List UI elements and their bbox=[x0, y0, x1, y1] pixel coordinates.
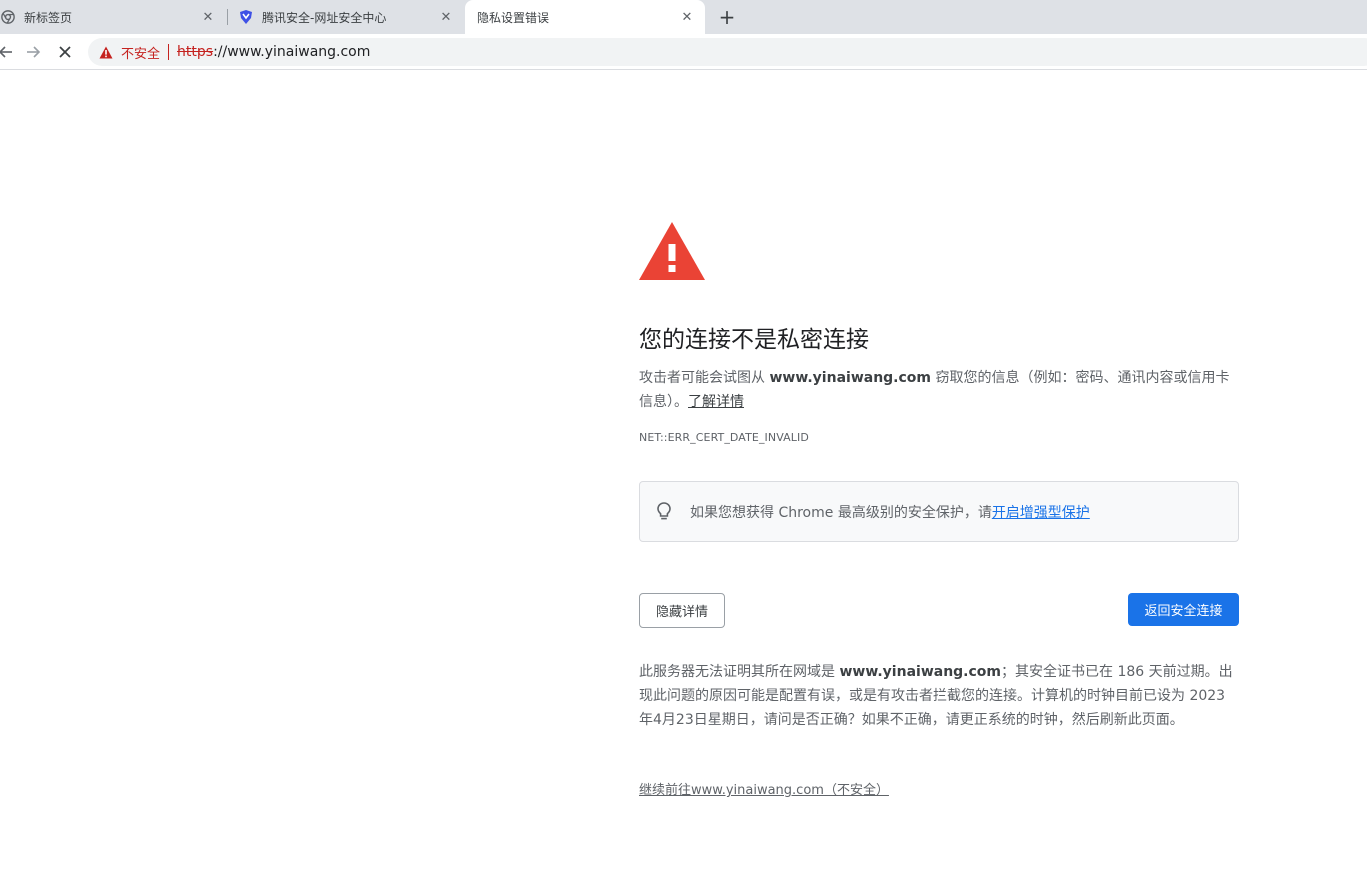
close-icon[interactable]: ✕ bbox=[438, 9, 454, 25]
tencent-shield-icon bbox=[238, 9, 254, 25]
tab-new-tab[interactable]: 新标签页 ✕ bbox=[0, 0, 226, 34]
toolbar: 不安全 https ://www.yinaiwang.com bbox=[0, 34, 1367, 70]
explanation-text: 攻击者可能会试图从 www.yinaiwang.com 窃取您的信息（例如：密码… bbox=[639, 366, 1239, 414]
forward-arrow-icon bbox=[27, 46, 41, 58]
enable-enhanced-protection-link[interactable]: 开启增强型保护 bbox=[992, 502, 1090, 522]
tab-strip: 新标签页 ✕ 腾讯安全-网址安全中心 ✕ 隐私设置错误 ✕ + bbox=[0, 0, 1367, 34]
explanation-host: www.yinaiwang.com bbox=[769, 370, 932, 386]
close-icon[interactable]: ✕ bbox=[679, 9, 695, 25]
forward-button[interactable] bbox=[21, 40, 45, 64]
back-arrow-icon bbox=[0, 46, 12, 58]
chrome-icon bbox=[0, 9, 16, 25]
tab-tencent-security[interactable]: 腾讯安全-网址安全中心 ✕ bbox=[228, 0, 464, 34]
tab-title: 隐私设置错误 bbox=[477, 10, 550, 25]
tab-privacy-error[interactable]: 隐私设置错误 ✕ bbox=[465, 0, 705, 34]
page-title: 您的连接不是私密连接 bbox=[639, 327, 869, 353]
back-button[interactable] bbox=[0, 40, 18, 64]
warning-triangle-icon bbox=[639, 222, 705, 280]
address-bar[interactable]: 不安全 https ://www.yinaiwang.com bbox=[88, 38, 1367, 66]
close-icon bbox=[59, 46, 71, 58]
learn-more-link[interactable]: 了解详情 bbox=[688, 394, 744, 410]
details-host: www.yinaiwang.com bbox=[839, 664, 1002, 680]
tab-title: 新标签页 bbox=[24, 10, 73, 25]
enhanced-protection-text: 如果您想获得 Chrome 最高级别的安全保护，请 bbox=[690, 504, 992, 521]
details-text: 此服务器无法证明其所在网域是 www.yinaiwang.com；其安全证书已在… bbox=[639, 660, 1239, 732]
explanation-pre: 攻击者可能会试图从 bbox=[639, 370, 770, 386]
hide-details-button[interactable]: 隐藏详情 bbox=[639, 593, 725, 628]
close-icon[interactable]: ✕ bbox=[200, 9, 216, 25]
url-text: ://www.yinaiwang.com bbox=[213, 44, 371, 60]
new-tab-button[interactable]: + bbox=[716, 6, 738, 28]
warning-icon[interactable] bbox=[98, 44, 114, 60]
stop-loading-button[interactable] bbox=[53, 40, 77, 64]
tab-title: 腾讯安全-网址安全中心 bbox=[262, 10, 387, 25]
enhanced-protection-banner: 如果您想获得 Chrome 最高级别的安全保护，请 开启增强型保护 bbox=[639, 481, 1239, 542]
url-scheme: https bbox=[177, 44, 214, 60]
back-to-safety-button[interactable]: 返回安全连接 bbox=[1128, 593, 1239, 626]
not-secure-label[interactable]: 不安全 bbox=[121, 43, 160, 62]
proceed-unsafe-link[interactable]: 继续前往www.yinaiwang.com（不安全） bbox=[639, 779, 889, 798]
lightbulb-icon bbox=[654, 501, 674, 522]
error-code: NET::ERR_CERT_DATE_INVALID bbox=[639, 431, 809, 444]
omnibox-divider bbox=[168, 44, 170, 60]
details-pre: 此服务器无法证明其所在网域是 bbox=[639, 664, 840, 680]
